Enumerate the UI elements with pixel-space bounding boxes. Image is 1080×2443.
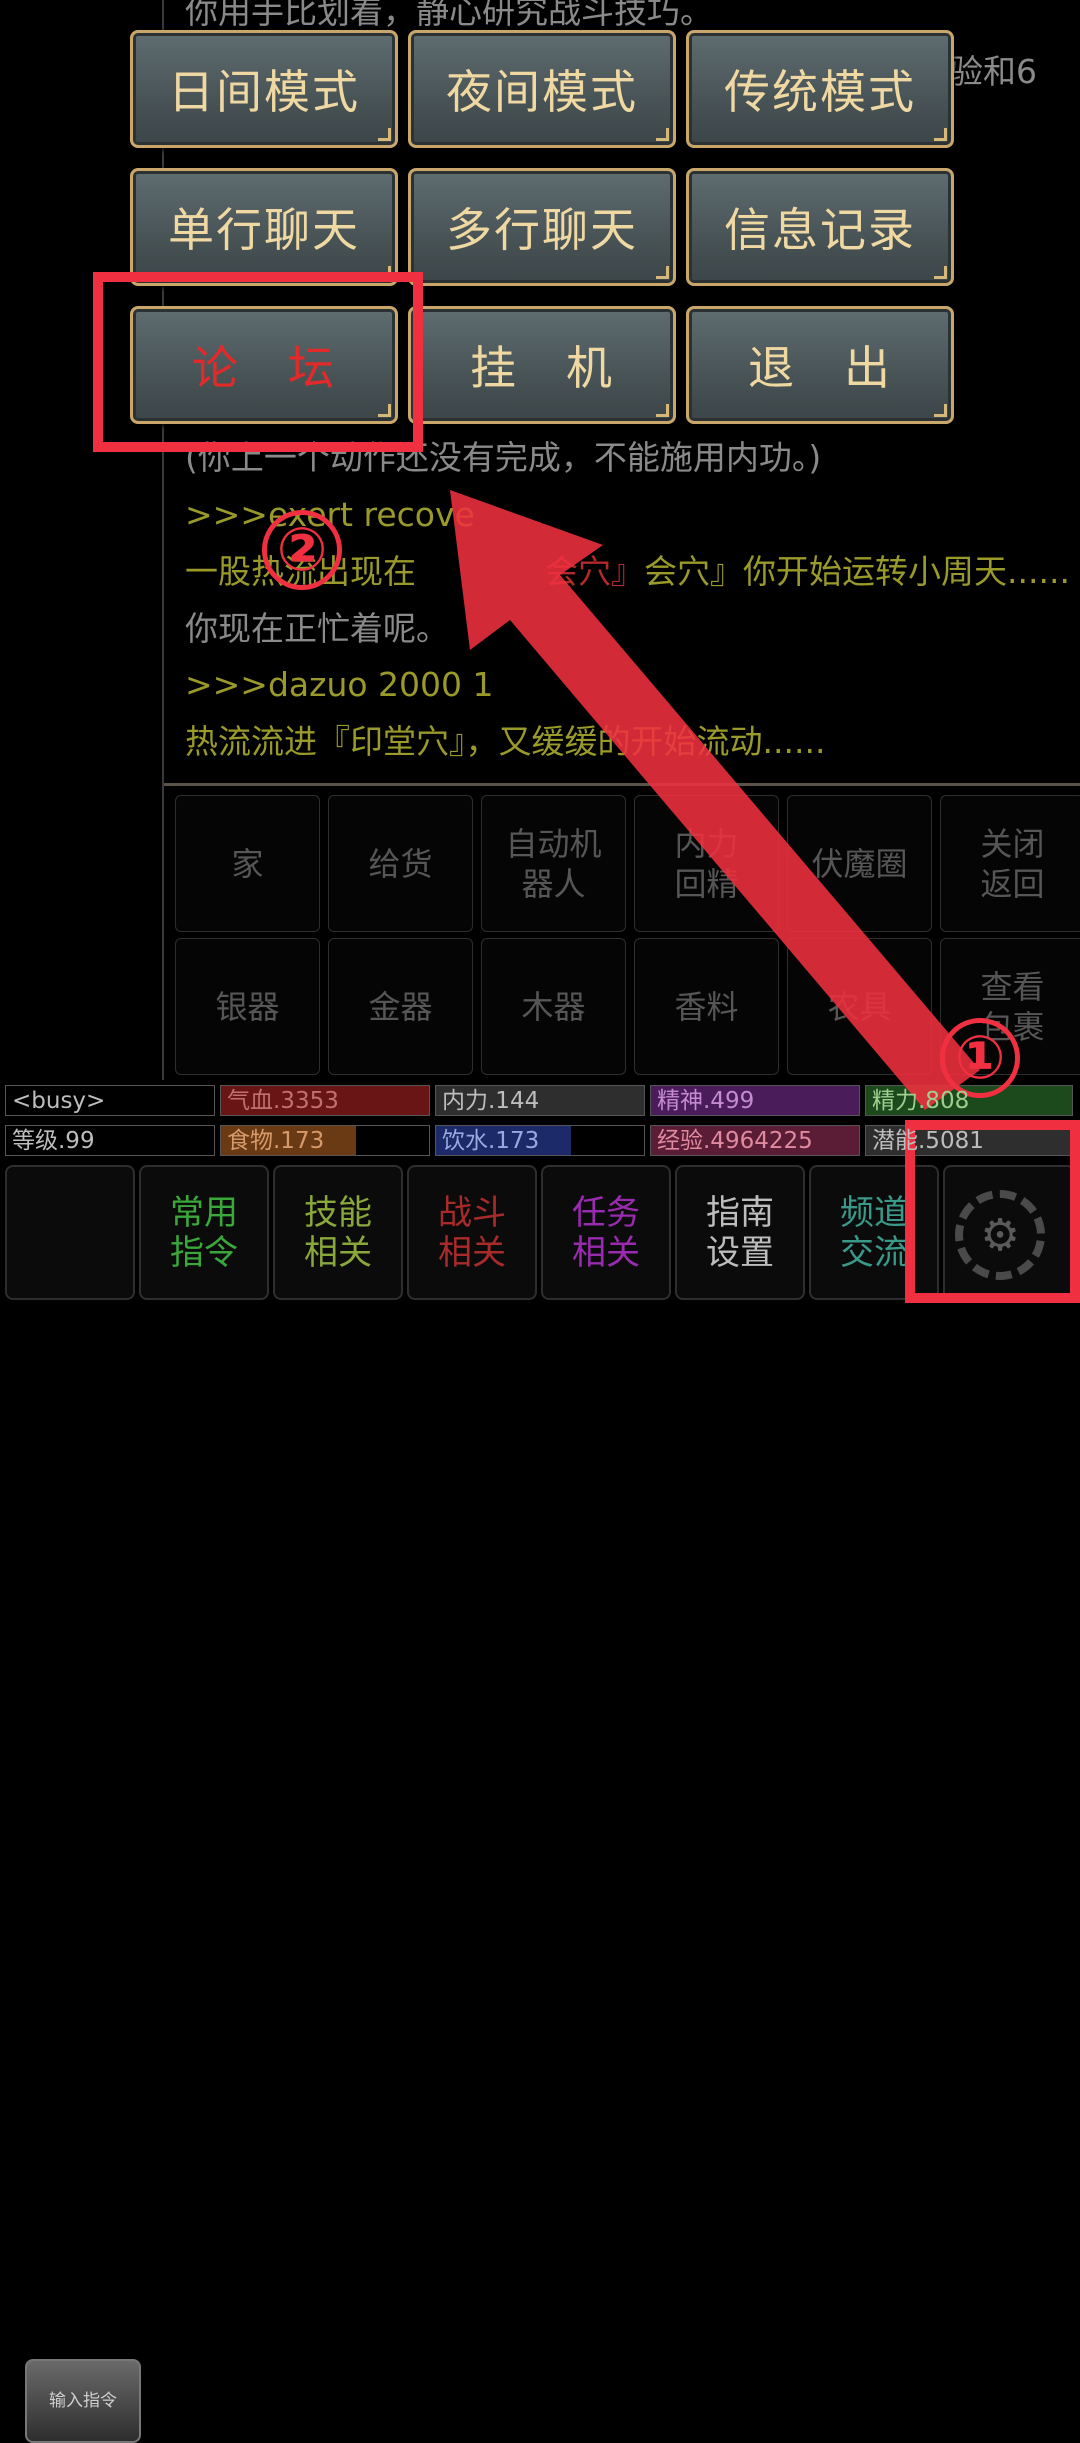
classic-mode-button[interactable]: 传统模式 xyxy=(686,30,954,148)
step-2-marker: ② xyxy=(262,510,342,590)
log-line: 会穴』会穴』你开始运转小周天...... xyxy=(545,552,1070,591)
input-command-button[interactable]: 输入指令 xyxy=(25,2359,141,2443)
jingshen-bar: 精神.499 xyxy=(650,1085,860,1116)
quick-auto-robot[interactable]: 自动机 器人 xyxy=(481,795,626,932)
single-line-chat-button[interactable]: 单行聊天 xyxy=(130,168,398,286)
quick-give-goods[interactable]: 给货 xyxy=(328,795,473,932)
quick-home[interactable]: 家 xyxy=(175,795,320,932)
busy-status: <busy> xyxy=(5,1085,215,1116)
log-line: >>>dazuo 2000 1 xyxy=(185,665,494,704)
input-command-tab[interactable]: 输入指令 xyxy=(5,1165,141,2443)
common-commands-tab[interactable]: 常用 指令 xyxy=(139,1165,269,1300)
quick-goldware[interactable]: 金器 xyxy=(328,938,473,1075)
quest-tab[interactable]: 任务 相关 xyxy=(541,1165,671,1300)
multi-line-chat-button[interactable]: 多行聊天 xyxy=(408,168,676,286)
highlight-forum-box xyxy=(93,272,423,452)
exp-bar: 经验.4964225 xyxy=(650,1125,860,1156)
quick-fumo-circle[interactable]: 伏魔圈 xyxy=(787,795,932,932)
quick-command-grid: 家 给货 自动机 器人 内力 回精 伏魔圈 关闭 返回 银器 金器 木器 香料 … xyxy=(175,795,1080,1075)
step-1-marker: ① xyxy=(940,1018,1020,1098)
log-line: 你用手比划着，静心研究战斗技巧。 xyxy=(185,0,713,31)
quick-spices[interactable]: 香料 xyxy=(634,938,779,1075)
guide-settings-tab[interactable]: 指南 设置 xyxy=(675,1165,805,1300)
quick-close-return[interactable]: 关闭 返回 xyxy=(940,795,1080,932)
info-log-button[interactable]: 信息记录 xyxy=(686,168,954,286)
quick-woodware[interactable]: 木器 xyxy=(481,938,626,1075)
exit-button[interactable]: 退 出 xyxy=(686,306,954,424)
idle-button[interactable]: 挂 机 xyxy=(408,306,676,424)
food-bar: 食物.173 xyxy=(220,1125,430,1156)
log-line: 你现在正忙着呢。 xyxy=(185,609,449,648)
log-divider xyxy=(164,783,1080,786)
qixue-bar: 气血.3353 xyxy=(220,1085,430,1116)
level-status: 等级.99 xyxy=(5,1125,215,1156)
quick-neili-recover[interactable]: 内力 回精 xyxy=(634,795,779,932)
log-line: 验和6 xyxy=(950,52,1037,91)
day-mode-button[interactable]: 日间模式 xyxy=(130,30,398,148)
quick-farm-tools[interactable]: 农具 xyxy=(787,938,932,1075)
neili-bar: 内力.144 xyxy=(435,1085,645,1116)
skills-tab[interactable]: 技能 相关 xyxy=(273,1165,403,1300)
combat-tab[interactable]: 战斗 相关 xyxy=(407,1165,537,1300)
night-mode-button[interactable]: 夜间模式 xyxy=(408,30,676,148)
water-bar: 饮水.173 xyxy=(435,1125,645,1156)
quick-silverware[interactable]: 银器 xyxy=(175,938,320,1075)
log-left-border xyxy=(162,0,164,1080)
log-line: 热流流进『印堂穴』，又缓缓的开始流动...... xyxy=(185,722,826,761)
